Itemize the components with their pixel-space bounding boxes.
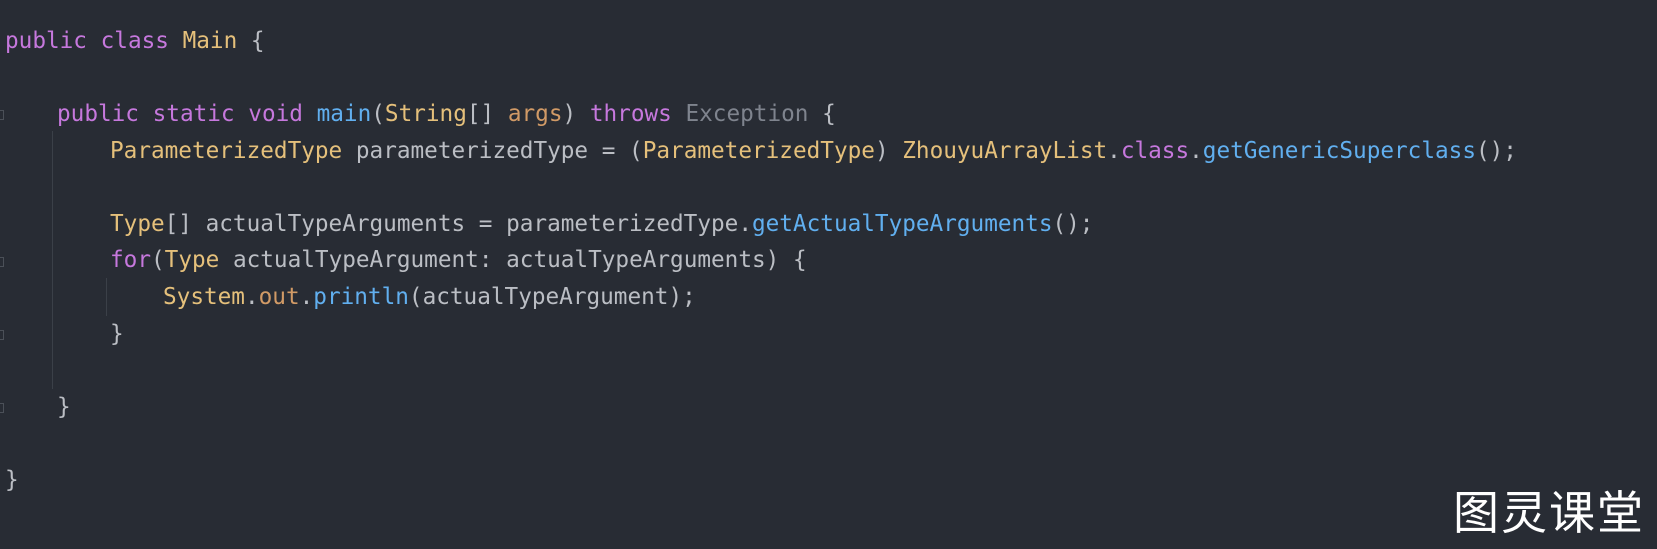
- type-token: String: [384, 101, 467, 127]
- exception-type-token: Exception: [685, 101, 809, 127]
- watermark-logo: 图灵课堂: [1453, 486, 1645, 540]
- type-token: ParameterizedType: [110, 138, 343, 164]
- parameter-token: args: [507, 101, 563, 127]
- class-name-token: System: [163, 284, 245, 310]
- brace-token: }: [5, 467, 19, 493]
- fold-marker-icon[interactable]: [0, 257, 4, 267]
- dot-token: .: [1107, 138, 1121, 164]
- code-line[interactable]: ParameterizedType parameterizedType = (P…: [110, 136, 1517, 166]
- class-name-token: Main: [182, 28, 238, 54]
- argument-token: (actualTypeArgument);: [408, 284, 696, 310]
- type-token: Type: [164, 247, 220, 273]
- fold-marker-icon[interactable]: [0, 403, 4, 413]
- keyword-token: class: [100, 28, 169, 54]
- indent-guide: [52, 131, 53, 389]
- field-token: out: [258, 284, 300, 310]
- code-line[interactable]: public static void main(String[] args) t…: [57, 99, 836, 129]
- code-line[interactable]: }: [57, 392, 71, 422]
- dot-token: .: [1189, 138, 1203, 164]
- bracket-token: []: [466, 101, 508, 127]
- paren-token: (: [150, 247, 165, 273]
- keyword-token: static: [152, 101, 235, 127]
- keyword-token: void: [248, 101, 303, 127]
- brace-token: }: [57, 394, 71, 420]
- brace-token: {: [237, 28, 265, 54]
- paren-token: (: [371, 101, 385, 127]
- keyword-token: public: [57, 101, 139, 127]
- call-end-token: ();: [1475, 138, 1517, 164]
- fold-marker-icon[interactable]: [0, 330, 4, 340]
- brace-token: {: [808, 101, 836, 127]
- paren-token: ): [562, 101, 577, 127]
- dot-token: .: [299, 284, 314, 310]
- brace-token: }: [110, 321, 124, 347]
- code-line[interactable]: public class Main {: [5, 26, 265, 56]
- dot-token: .: [244, 284, 259, 310]
- call-end-token: ();: [1052, 211, 1094, 237]
- variable-token: [] actualTypeArguments = parameterizedTy…: [164, 211, 752, 237]
- keyword-token: class: [1120, 138, 1190, 164]
- code-editor[interactable]: public class Main { public static void m…: [0, 0, 1657, 549]
- keyword-token: throws: [589, 101, 672, 127]
- fold-marker-icon[interactable]: [0, 110, 4, 120]
- method-call-token: getGenericSuperclass: [1202, 138, 1476, 164]
- type-token: ParameterizedType: [642, 138, 875, 164]
- code-line[interactable]: Type[] actualTypeArguments = parameteriz…: [110, 209, 1093, 239]
- code-line[interactable]: }: [5, 465, 19, 495]
- code-line[interactable]: System.out.println(actualTypeArgument);: [163, 282, 696, 312]
- keyword-token: public: [5, 28, 87, 54]
- class-name-token: ZhouyuArrayList: [902, 138, 1108, 164]
- method-call-token: println: [313, 284, 409, 310]
- method-name-token: main: [316, 101, 372, 127]
- indent-guide: [106, 278, 107, 316]
- method-call-token: getActualTypeArguments: [751, 211, 1053, 237]
- paren-token: ): [874, 138, 903, 164]
- type-token: Type: [110, 211, 165, 237]
- variable-token: actualTypeArgument: actualTypeArguments)…: [219, 247, 807, 273]
- keyword-token: for: [110, 247, 151, 273]
- code-line[interactable]: }: [110, 319, 124, 349]
- code-line[interactable]: for(Type actualTypeArgument: actualTypeA…: [110, 245, 807, 275]
- variable-token: parameterizedType = (: [342, 138, 643, 164]
